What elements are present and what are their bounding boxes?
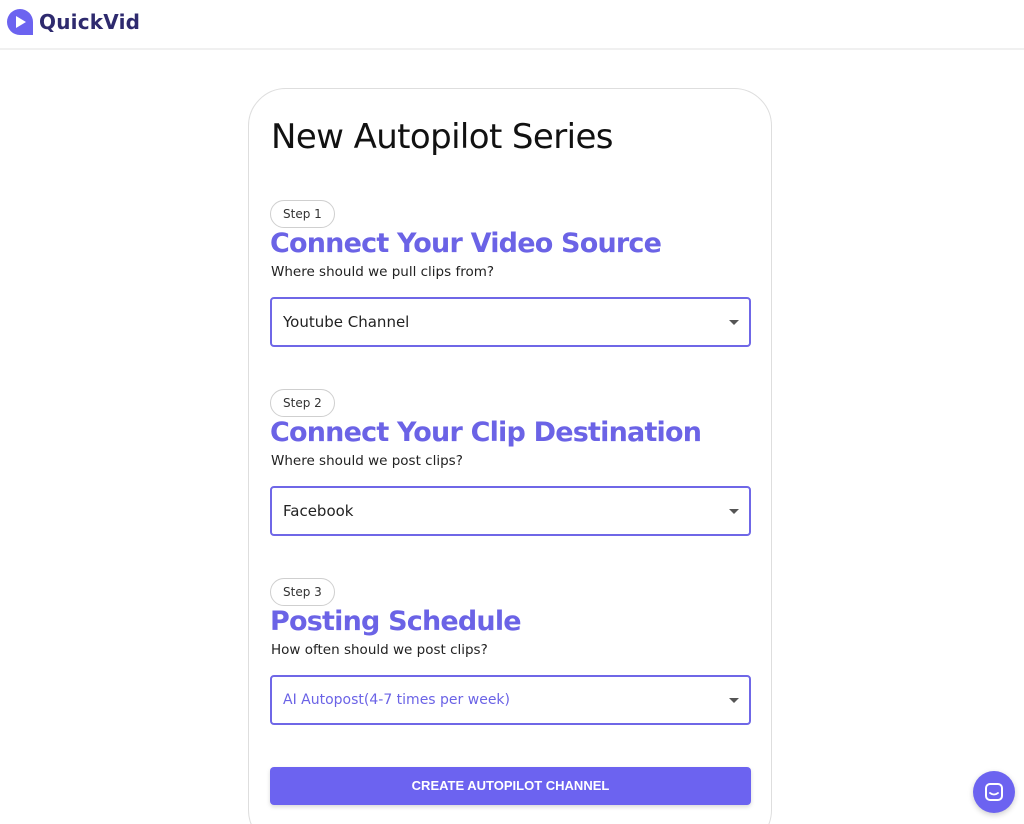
- brand-name: QuickVid: [39, 10, 141, 34]
- chevron-down-icon: [729, 698, 739, 703]
- video-source-value: Youtube Channel: [283, 313, 410, 331]
- chevron-down-icon: [729, 320, 739, 325]
- chat-launcher-button[interactable]: [973, 771, 1015, 813]
- clip-destination-select[interactable]: Facebook: [270, 486, 751, 536]
- play-bubble-icon: [7, 9, 33, 35]
- step-3-title: Posting Schedule: [270, 606, 522, 637]
- posting-schedule-value: AI Autopost(4-7 times per week): [283, 692, 511, 708]
- chevron-down-icon: [729, 509, 739, 514]
- video-source-select[interactable]: Youtube Channel: [270, 297, 751, 347]
- create-autopilot-channel-button[interactable]: CREATE AUTOPILOT CHANNEL: [270, 767, 751, 805]
- step-1-badge: Step 1: [270, 200, 335, 228]
- page-title: New Autopilot Series: [271, 117, 613, 157]
- autopilot-form-card: New Autopilot Series Step 1 Connect Your…: [248, 88, 772, 824]
- chat-icon: [985, 783, 1003, 801]
- top-bar: QuickVid: [0, 0, 1024, 50]
- step-3-badge: Step 3: [270, 578, 335, 606]
- posting-schedule-select[interactable]: AI Autopost(4-7 times per week): [270, 675, 751, 725]
- step-3-subtitle: How often should we post clips?: [271, 642, 488, 658]
- step-2-subtitle: Where should we post clips?: [271, 453, 463, 469]
- brand-logo-link[interactable]: QuickVid: [5, 7, 140, 37]
- step-2-title: Connect Your Clip Destination: [270, 417, 702, 448]
- step-2-badge: Step 2: [270, 389, 335, 417]
- clip-destination-value: Facebook: [283, 502, 354, 520]
- step-1-subtitle: Where should we pull clips from?: [271, 264, 495, 280]
- step-1-title: Connect Your Video Source: [270, 228, 662, 259]
